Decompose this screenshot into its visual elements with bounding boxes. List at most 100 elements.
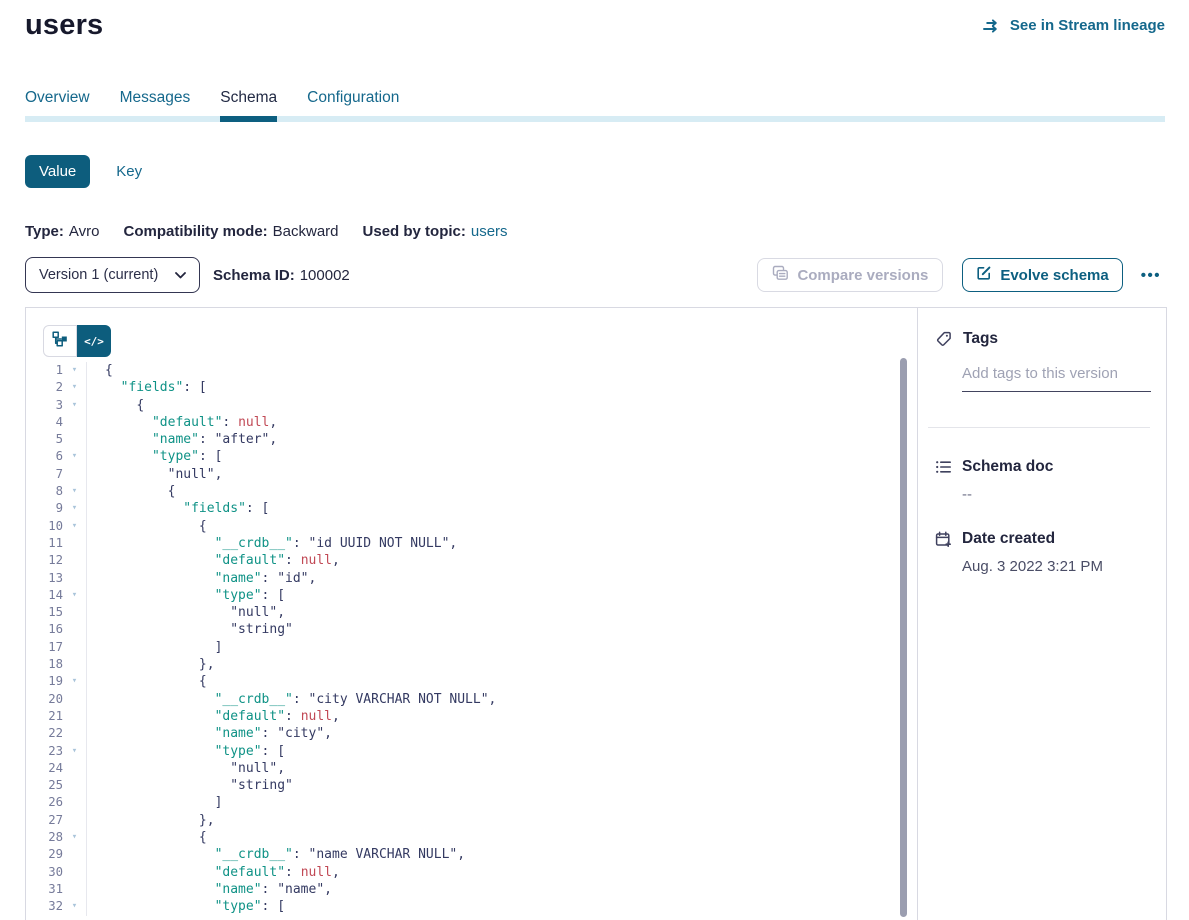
fold-spacer [63, 639, 86, 656]
line-number: 30 [26, 864, 63, 881]
fold-spacer [63, 725, 86, 742]
vertical-scrollbar[interactable] [900, 358, 907, 917]
line-number: 19 [26, 673, 63, 690]
fold-arrow-icon[interactable]: ▾ [63, 362, 86, 379]
date-created-section: Date created Aug. 3 2022 3:21 PM [935, 530, 1150, 575]
code-line: 22 "name": "city", [26, 725, 917, 742]
code-text: "name": "id", [86, 570, 316, 587]
schema-doc-heading-row: Schema doc [935, 458, 1150, 476]
fold-spacer [63, 414, 86, 431]
code-line: 32▾ "type": [ [26, 898, 917, 915]
code-text: "default": null, [86, 708, 340, 725]
code-line: 31 "name": "name", [26, 881, 917, 898]
line-number: 16 [26, 621, 63, 638]
code-line: 30 "default": null, [26, 864, 917, 881]
line-number: 14 [26, 587, 63, 604]
fold-arrow-icon[interactable]: ▾ [63, 898, 86, 915]
tab-configuration[interactable]: Configuration [307, 89, 399, 116]
schema-panel: </> 1▾{2▾ "fields": [3▾ {4 "default": nu… [25, 307, 1167, 920]
page-title: users [25, 9, 103, 42]
tree-view-icon [52, 331, 68, 352]
value-key-toggle: Value Key [25, 155, 1189, 188]
code-line: 14▾ "type": [ [26, 587, 917, 604]
code-text: "default": null, [86, 552, 340, 569]
code-line: 25 "string" [26, 777, 917, 794]
stream-lineage-label: See in Stream lineage [1010, 17, 1165, 34]
fold-spacer [63, 691, 86, 708]
code-text: "__crdb__": "id UUID NOT NULL", [86, 535, 457, 552]
fold-arrow-icon[interactable]: ▾ [63, 587, 86, 604]
fold-arrow-icon[interactable]: ▾ [63, 448, 86, 465]
line-number: 7 [26, 466, 63, 483]
line-number: 31 [26, 881, 63, 898]
line-number: 13 [26, 570, 63, 587]
fold-spacer [63, 656, 86, 673]
code-text: "null", [86, 760, 285, 777]
line-number: 20 [26, 691, 63, 708]
code-line: 8▾ { [26, 483, 917, 500]
line-number: 12 [26, 552, 63, 569]
line-number: 4 [26, 414, 63, 431]
code-line: 24 "null", [26, 760, 917, 777]
code-text: { [86, 483, 175, 500]
line-number: 28 [26, 829, 63, 846]
code-text: { [86, 397, 144, 414]
code-text: "type": [ [86, 898, 285, 915]
fold-arrow-icon[interactable]: ▾ [63, 743, 86, 760]
evolve-schema-button[interactable]: Evolve schema [962, 258, 1122, 292]
code-text: }, [86, 656, 215, 673]
line-number: 9 [26, 500, 63, 517]
tabs-bar: Overview Messages Schema Configuration [25, 89, 1165, 122]
date-created-value: Aug. 3 2022 3:21 PM [962, 558, 1150, 575]
code-view-button[interactable]: </> [77, 325, 111, 357]
line-number: 11 [26, 535, 63, 552]
line-number: 22 [26, 725, 63, 742]
code-line: 10▾ { [26, 518, 917, 535]
tab-messages[interactable]: Messages [120, 89, 191, 116]
version-select[interactable]: Version 1 (current) [25, 257, 200, 293]
code-line: 29 "__crdb__": "name VARCHAR NULL", [26, 846, 917, 863]
meta-type: Type:Avro [25, 223, 99, 240]
key-toggle-button[interactable]: Key [116, 163, 142, 180]
code-view-icon: </> [84, 335, 104, 348]
code-line: 21 "default": null, [26, 708, 917, 725]
fold-spacer [63, 812, 86, 829]
code-text: "__crdb__": "name VARCHAR NULL", [86, 846, 465, 863]
fold-arrow-icon[interactable]: ▾ [63, 500, 86, 517]
code-text: "name": "city", [86, 725, 332, 742]
code-text: }, [86, 812, 215, 829]
line-number: 26 [26, 794, 63, 811]
code-line: 26 ] [26, 794, 917, 811]
add-tags-input[interactable] [962, 365, 1151, 392]
code-lines: 1▾{2▾ "fields": [3▾ {4 "default": null,5… [26, 362, 917, 916]
code-text: { [86, 518, 207, 535]
fold-arrow-icon[interactable]: ▾ [63, 483, 86, 500]
fold-arrow-icon[interactable]: ▾ [63, 518, 86, 535]
value-toggle-button[interactable]: Value [25, 155, 90, 188]
date-created-heading: Date created [962, 530, 1055, 548]
code-line: 3▾ { [26, 397, 917, 414]
tab-overview[interactable]: Overview [25, 89, 90, 116]
line-number: 29 [26, 846, 63, 863]
fold-spacer [63, 708, 86, 725]
stream-lineage-link[interactable]: See in Stream lineage [983, 17, 1165, 34]
meta-topic: Used by topic:users [363, 223, 508, 240]
compare-versions-button[interactable]: Compare versions [757, 258, 943, 292]
code-text: "default": null, [86, 864, 340, 881]
code-text: "null", [86, 604, 285, 621]
tab-schema[interactable]: Schema [220, 89, 277, 116]
fold-spacer [63, 864, 86, 881]
code-text: "type": [ [86, 448, 222, 465]
line-number: 1 [26, 362, 63, 379]
tree-view-button[interactable] [43, 325, 77, 357]
code-line: 27 }, [26, 812, 917, 829]
line-number: 5 [26, 431, 63, 448]
fold-arrow-icon[interactable]: ▾ [63, 379, 86, 396]
more-actions-button[interactable]: ••• [1137, 265, 1165, 286]
fold-arrow-icon[interactable]: ▾ [63, 397, 86, 414]
topic-link[interactable]: users [471, 223, 508, 240]
compatibility-value: Backward [273, 223, 339, 240]
schema-doc-section: Schema doc -- [935, 458, 1150, 503]
fold-arrow-icon[interactable]: ▾ [63, 673, 86, 690]
fold-arrow-icon[interactable]: ▾ [63, 829, 86, 846]
